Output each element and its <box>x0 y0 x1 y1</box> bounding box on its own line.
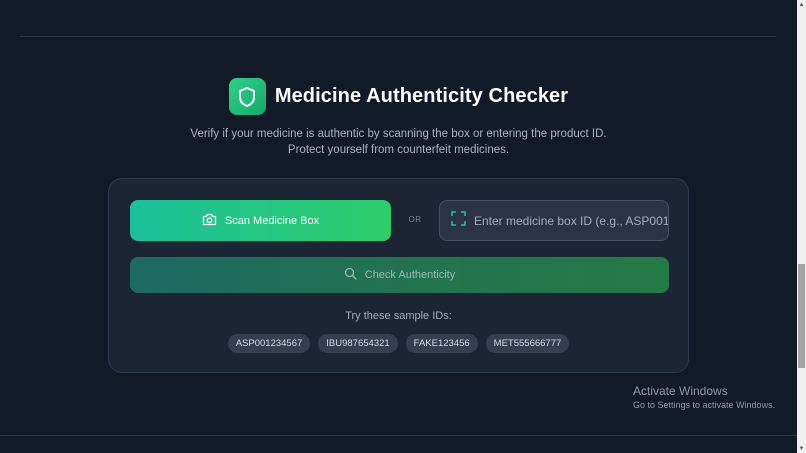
or-divider-label: OR <box>408 215 422 224</box>
scan-frame-icon <box>451 210 466 231</box>
page: Medicine Authenticity Checker Verify if … <box>0 0 806 453</box>
sample-id-chip[interactable]: ASP001234567 <box>227 334 311 353</box>
sample-ids-list: ASP001234567 IBU987654321 FAKE123456 MET… <box>109 334 688 353</box>
sample-id-chip[interactable]: MET555666777 <box>485 334 570 353</box>
sample-id-chip[interactable]: FAKE123456 <box>405 334 478 353</box>
top-divider <box>20 36 776 37</box>
scroll-down-arrow-icon[interactable]: ▼ <box>797 444 806 453</box>
bottom-divider <box>0 435 797 436</box>
scrollbar-thumb[interactable] <box>798 264 805 368</box>
search-icon <box>344 267 357 283</box>
check-authenticity-button[interactable]: Check Authenticity <box>130 257 669 293</box>
sample-id-chip[interactable]: IBU987654321 <box>318 334 398 353</box>
vertical-scrollbar[interactable]: ▲ ▼ <box>797 0 806 453</box>
watermark-title: Activate Windows <box>633 384 728 398</box>
header: Medicine Authenticity Checker <box>0 78 797 115</box>
page-subtitle: Verify if your medicine is authentic by … <box>190 128 607 156</box>
checker-card: Scan Medicine Box OR Check Authenticity … <box>108 178 689 373</box>
page-title: Medicine Authenticity Checker <box>274 85 569 107</box>
watermark-subtitle: Go to Settings to activate Windows. <box>633 400 776 410</box>
activate-windows-watermark: Activate Windows Go to Settings to activ… <box>633 384 775 412</box>
shield-icon <box>228 78 266 115</box>
medicine-id-input[interactable] <box>474 201 668 240</box>
scroll-up-arrow-icon[interactable]: ▲ <box>797 0 806 9</box>
medicine-id-field[interactable] <box>439 200 669 241</box>
scan-medicine-box-button[interactable]: Scan Medicine Box <box>130 200 391 241</box>
camera-icon <box>202 213 217 229</box>
scan-button-label: Scan Medicine Box <box>224 214 320 227</box>
check-button-label: Check Authenticity <box>364 269 456 281</box>
sample-ids-label: Try these sample IDs: <box>345 310 452 322</box>
